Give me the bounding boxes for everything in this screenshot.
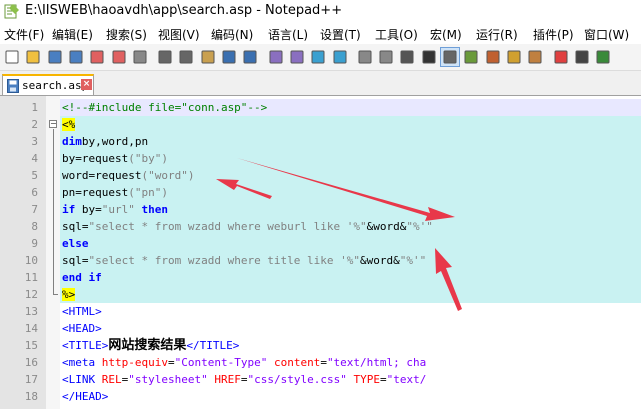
annotation-arrow	[237, 158, 455, 221]
annotation-arrow	[435, 248, 462, 311]
annotation-arrow	[216, 158, 462, 311]
annotation-arrows	[216, 158, 462, 311]
annotation-arrow	[216, 179, 272, 199]
